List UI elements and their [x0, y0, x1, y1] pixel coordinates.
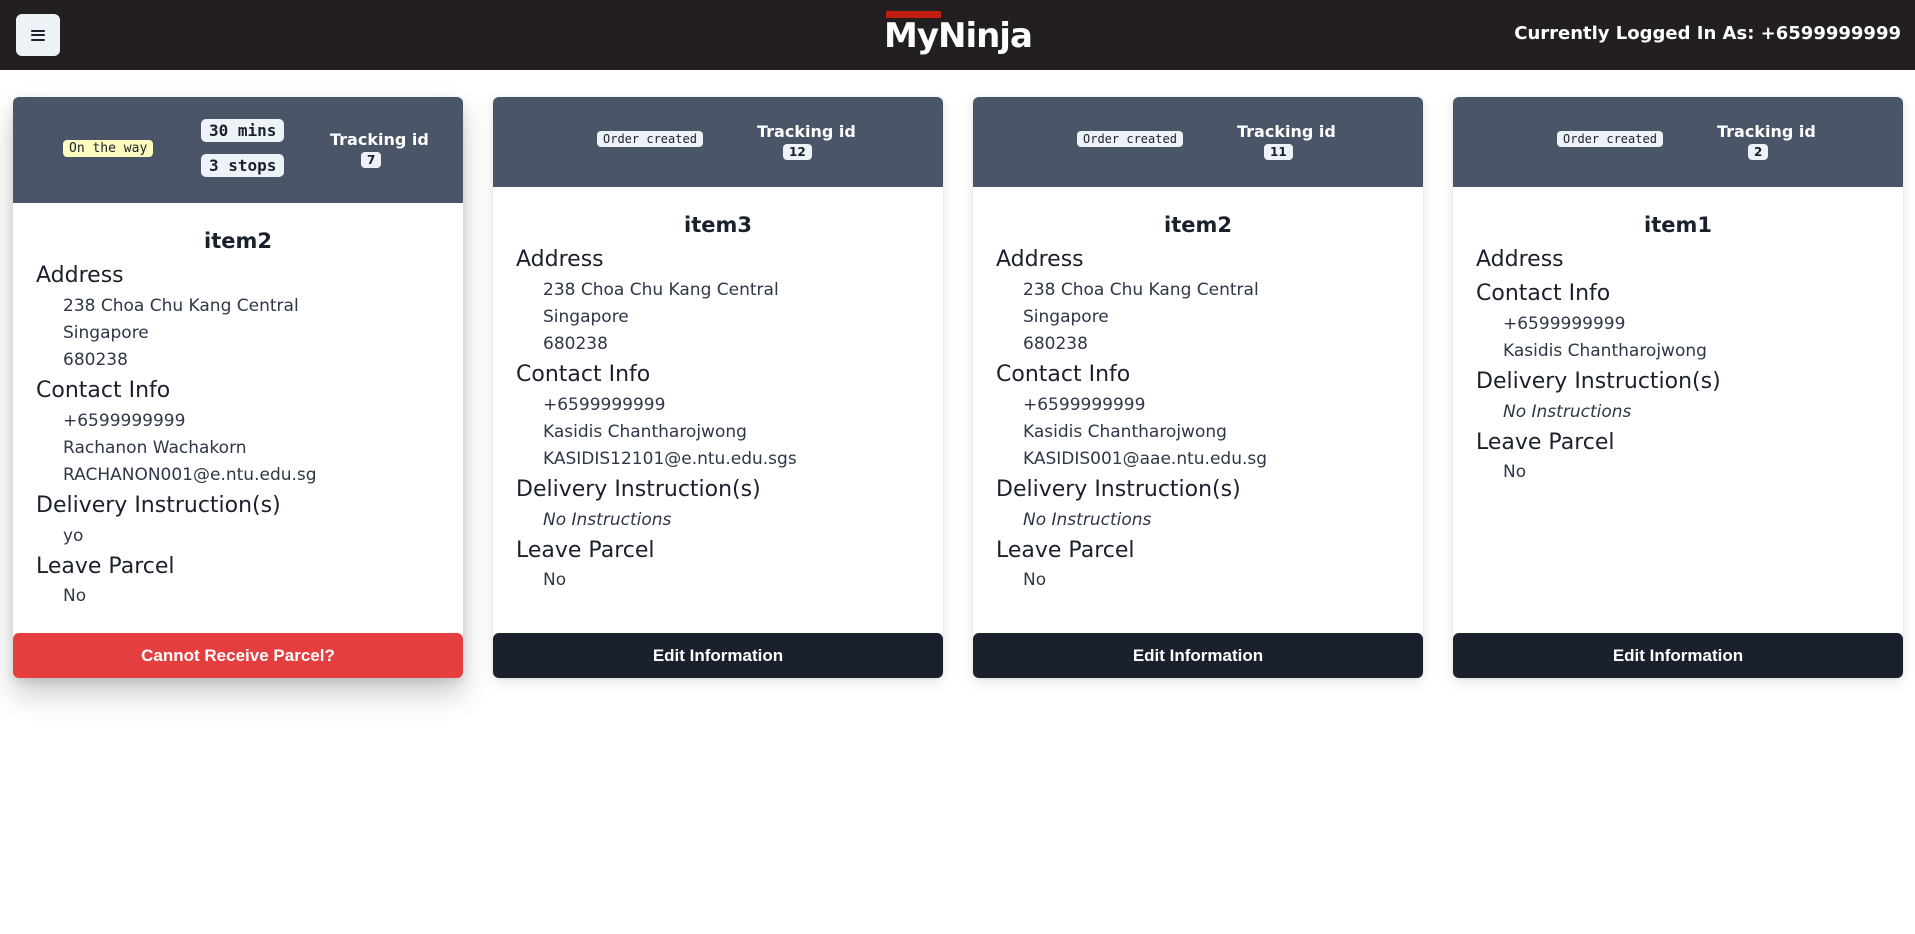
- contact-email: KASIDIS12101@e.ntu.edu.sgs: [543, 449, 797, 469]
- contact-heading: Contact Info: [996, 362, 1131, 387]
- contact-name: Kasidis Chantharojwong: [1023, 422, 1227, 442]
- contact-phone: +6599999999: [1503, 314, 1626, 334]
- tracking-id-label: Tracking id: [1237, 122, 1336, 141]
- contact-phone: +6599999999: [63, 411, 186, 431]
- tracking-id-value: 7: [361, 152, 382, 168]
- address-line: 238 Choa Chu Kang Central: [543, 280, 779, 300]
- leave-parcel-value: No: [1023, 570, 1047, 590]
- item-name: item2: [1164, 213, 1232, 237]
- edit-information-button[interactable]: Edit Information: [973, 633, 1423, 678]
- contact-email: RACHANON001@e.ntu.edu.sg: [63, 465, 317, 485]
- tracking-id-label: Tracking id: [330, 130, 429, 149]
- status-badge: Order created: [597, 131, 703, 147]
- leave-parcel-value: No: [1503, 462, 1527, 482]
- item-name: item1: [1644, 213, 1712, 237]
- status-badge: Order created: [1557, 131, 1663, 147]
- address-heading: Address: [36, 263, 124, 288]
- item-name: item2: [204, 229, 272, 253]
- parcel-card: On the way 30 mins 3 stops Tracking id 7…: [13, 97, 463, 678]
- instructions-heading: Delivery Instruction(s): [36, 493, 281, 518]
- card-header: Order created Tracking id 12: [493, 97, 943, 187]
- address-heading: Address: [996, 247, 1084, 272]
- contact-name: Kasidis Chantharojwong: [1503, 341, 1707, 361]
- address-line: Singapore: [1023, 307, 1109, 327]
- stops-badge: 3 stops: [201, 154, 285, 177]
- card-header: On the way 30 mins 3 stops Tracking id 7: [13, 97, 463, 203]
- contact-phone: +6599999999: [1023, 395, 1146, 415]
- contact-heading: Contact Info: [1476, 281, 1611, 306]
- address-line: 238 Choa Chu Kang Central: [1023, 280, 1259, 300]
- tracking-id-label: Tracking id: [1717, 122, 1816, 141]
- address-line: 680238: [63, 350, 128, 370]
- contact-name: Rachanon Wachakorn: [63, 438, 247, 458]
- instructions-heading: Delivery Instruction(s): [516, 477, 761, 502]
- instructions-text: yo: [63, 526, 84, 546]
- contact-heading: Contact Info: [516, 362, 651, 387]
- top-navbar: MyNinja Currently Logged In As: +6599999…: [0, 0, 1915, 70]
- address-line: 680238: [1023, 334, 1088, 354]
- logo[interactable]: MyNinja: [884, 10, 1033, 62]
- eta-badge: 30 mins: [201, 119, 285, 142]
- tracking-id-label: Tracking id: [757, 122, 856, 141]
- address-line: Singapore: [63, 323, 149, 343]
- address-line: 680238: [543, 334, 608, 354]
- instructions-text: No Instructions: [1023, 510, 1152, 530]
- status-badge: Order created: [1077, 131, 1183, 147]
- address-heading: Address: [516, 247, 604, 272]
- status-badge: On the way: [63, 140, 154, 157]
- hamburger-menu-button[interactable]: [16, 14, 60, 56]
- leave-parcel-heading: Leave Parcel: [1476, 430, 1615, 455]
- contact-phone: +6599999999: [543, 395, 666, 415]
- address-heading: Address: [1476, 247, 1564, 272]
- logged-in-user-label: Currently Logged In As: +6599999999: [1514, 23, 1901, 44]
- leave-parcel-value: No: [543, 570, 567, 590]
- edit-information-button[interactable]: Edit Information: [493, 633, 943, 678]
- cannot-receive-parcel-button[interactable]: Cannot Receive Parcel?: [13, 633, 463, 678]
- leave-parcel-heading: Leave Parcel: [516, 538, 655, 563]
- address-line: 238 Choa Chu Kang Central: [63, 296, 299, 316]
- tracking-id-value: 2: [1748, 144, 1769, 160]
- parcel-card: Order created Tracking id 11 item2 Addre…: [973, 97, 1423, 678]
- contact-name: Kasidis Chantharojwong: [543, 422, 747, 442]
- leave-parcel-heading: Leave Parcel: [996, 538, 1135, 563]
- card-header: Order created Tracking id 11: [973, 97, 1423, 187]
- edit-information-button[interactable]: Edit Information: [1453, 633, 1903, 678]
- logo-text: MyNinja: [884, 16, 1033, 56]
- instructions-heading: Delivery Instruction(s): [1476, 369, 1721, 394]
- leave-parcel-value: No: [63, 586, 87, 606]
- tracking-id-value: 11: [1264, 144, 1293, 160]
- leave-parcel-heading: Leave Parcel: [36, 554, 175, 579]
- tracking-id-value: 12: [783, 144, 812, 160]
- contact-heading: Contact Info: [36, 378, 171, 403]
- contact-email: KASIDIS001@aae.ntu.edu.sg: [1023, 449, 1268, 469]
- address-line: Singapore: [543, 307, 629, 327]
- hamburger-icon: [31, 29, 45, 41]
- instructions-text: No Instructions: [1503, 402, 1632, 422]
- parcel-card: Order created Tracking id 12 item3 Addre…: [493, 97, 943, 678]
- instructions-text: No Instructions: [543, 510, 672, 530]
- parcel-card: Order created Tracking id 2 item1 Addres…: [1453, 97, 1903, 678]
- card-header: Order created Tracking id 2: [1453, 97, 1903, 187]
- item-name: item3: [684, 213, 752, 237]
- instructions-heading: Delivery Instruction(s): [996, 477, 1241, 502]
